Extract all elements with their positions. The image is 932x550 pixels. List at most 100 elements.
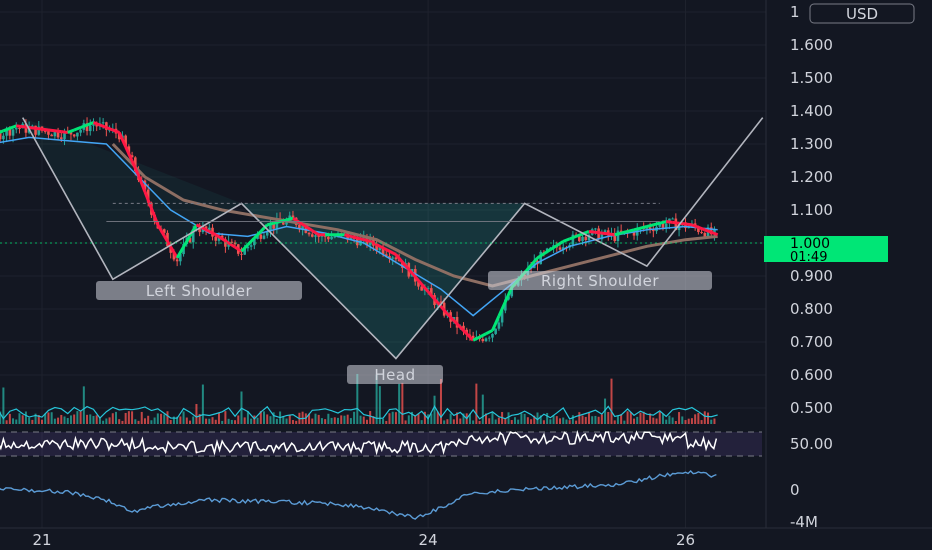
price-tick-label: 0.900 xyxy=(790,267,833,285)
candle-body xyxy=(487,337,491,339)
volume-bar xyxy=(295,420,298,424)
volume-bar xyxy=(616,416,619,424)
volume-bar xyxy=(227,418,230,424)
head-text: Head xyxy=(374,366,415,384)
trend-ma-segment xyxy=(112,128,120,134)
volume-bar xyxy=(678,412,681,424)
volume-bar xyxy=(346,414,349,424)
price-tick-label: 0.700 xyxy=(790,333,833,351)
candle-body xyxy=(18,128,21,130)
volume-bar xyxy=(79,411,82,424)
candle-body xyxy=(594,228,597,230)
candle-body xyxy=(72,134,76,137)
candle-body xyxy=(2,135,5,140)
volume-bar xyxy=(655,418,658,424)
candle-body xyxy=(76,132,79,137)
volume-bar xyxy=(382,418,385,424)
volume-bar xyxy=(105,418,108,424)
volume-bar xyxy=(349,418,352,424)
volume-bar xyxy=(488,418,491,424)
volume-bar xyxy=(333,417,336,424)
left-shoulder-label[interactable]: Left Shoulder xyxy=(96,281,302,300)
volume-bar xyxy=(472,420,475,424)
candle-body xyxy=(175,259,179,262)
candle-body xyxy=(101,122,105,124)
volume-bar xyxy=(674,420,677,424)
volume-bar xyxy=(24,411,27,424)
candle-body xyxy=(240,253,243,255)
volume-bar xyxy=(665,419,668,424)
volume-bar xyxy=(98,418,101,424)
volume-bar xyxy=(353,411,356,424)
candle-body xyxy=(484,338,488,342)
price-tick-label: 0.500 xyxy=(790,399,833,417)
volume-indicator-line xyxy=(0,470,717,520)
volume-bar xyxy=(433,395,436,424)
volume-bar xyxy=(526,417,529,424)
trend-ma-segment xyxy=(543,248,552,255)
volume-bar xyxy=(623,420,626,424)
volume-bar xyxy=(478,420,481,424)
price-axis: USD 1 1.600 1.500 1.400 1.300 1.200 1.100 1.000… xyxy=(765,0,915,528)
volume-bar xyxy=(681,416,684,424)
volume-bar xyxy=(414,416,417,424)
left-fill xyxy=(22,117,242,280)
volume-bar xyxy=(703,411,706,424)
volume-bar xyxy=(115,411,118,424)
candle-body xyxy=(88,125,92,132)
candle-body xyxy=(581,236,584,242)
volume-bar xyxy=(237,415,240,424)
volume-bar xyxy=(221,420,224,424)
volume-bar xyxy=(613,420,616,424)
volume-bar xyxy=(710,419,713,424)
trend-ma-segment xyxy=(646,223,654,228)
candle-body xyxy=(584,236,588,241)
trend-ma-segment xyxy=(344,233,352,238)
volume-bar xyxy=(417,413,420,424)
volume-bar xyxy=(160,413,163,424)
trend-ma-segment xyxy=(620,229,628,235)
trend-ma-segment xyxy=(659,220,667,225)
volume-bar xyxy=(324,419,327,424)
volume-bar xyxy=(513,417,516,424)
volume-bar xyxy=(21,415,24,424)
right-shoulder-label[interactable]: Right Shoulder xyxy=(488,271,712,290)
candle-body xyxy=(307,232,311,235)
volume-bar xyxy=(137,420,140,424)
trend-ma-segment xyxy=(633,226,641,232)
volume-bar xyxy=(217,412,220,424)
price-tick-label: 1.600 xyxy=(790,36,833,54)
volume-bar xyxy=(15,419,18,424)
candle-body xyxy=(79,129,82,133)
volume-bar xyxy=(205,418,208,424)
trend-ma-segment xyxy=(16,124,23,129)
volume-bar xyxy=(234,420,237,424)
volume-bar xyxy=(443,420,446,424)
volume-bar xyxy=(591,416,594,424)
volume-bar xyxy=(253,415,256,424)
trend-ma-segment xyxy=(652,221,661,227)
volume-bar xyxy=(134,419,137,424)
head-label[interactable]: Head xyxy=(347,365,443,384)
volume-bar xyxy=(407,415,410,424)
volume-bar xyxy=(102,420,105,424)
trend-ma-segment xyxy=(28,126,36,130)
price-tick-label: 1.100 xyxy=(790,201,833,219)
candle-body xyxy=(259,234,263,239)
trend-ma-segment xyxy=(0,129,4,134)
volume-bar xyxy=(707,412,710,424)
volume-bar xyxy=(53,418,56,424)
chart-canvas[interactable]: Left Shoulder Head Right Shoulder USD 1 1… xyxy=(0,0,932,550)
volume-bar xyxy=(430,413,433,424)
volume-bar xyxy=(523,413,526,424)
trend-ma-segment xyxy=(536,252,545,260)
candle-body xyxy=(262,235,266,239)
candle-body xyxy=(330,236,333,240)
volume-bar xyxy=(330,417,333,424)
candle-body xyxy=(481,339,485,342)
candle-body xyxy=(494,328,497,334)
volume-bar xyxy=(340,415,343,424)
candle-body xyxy=(11,129,15,136)
volume-bar xyxy=(449,413,452,424)
candle-body xyxy=(333,236,337,238)
